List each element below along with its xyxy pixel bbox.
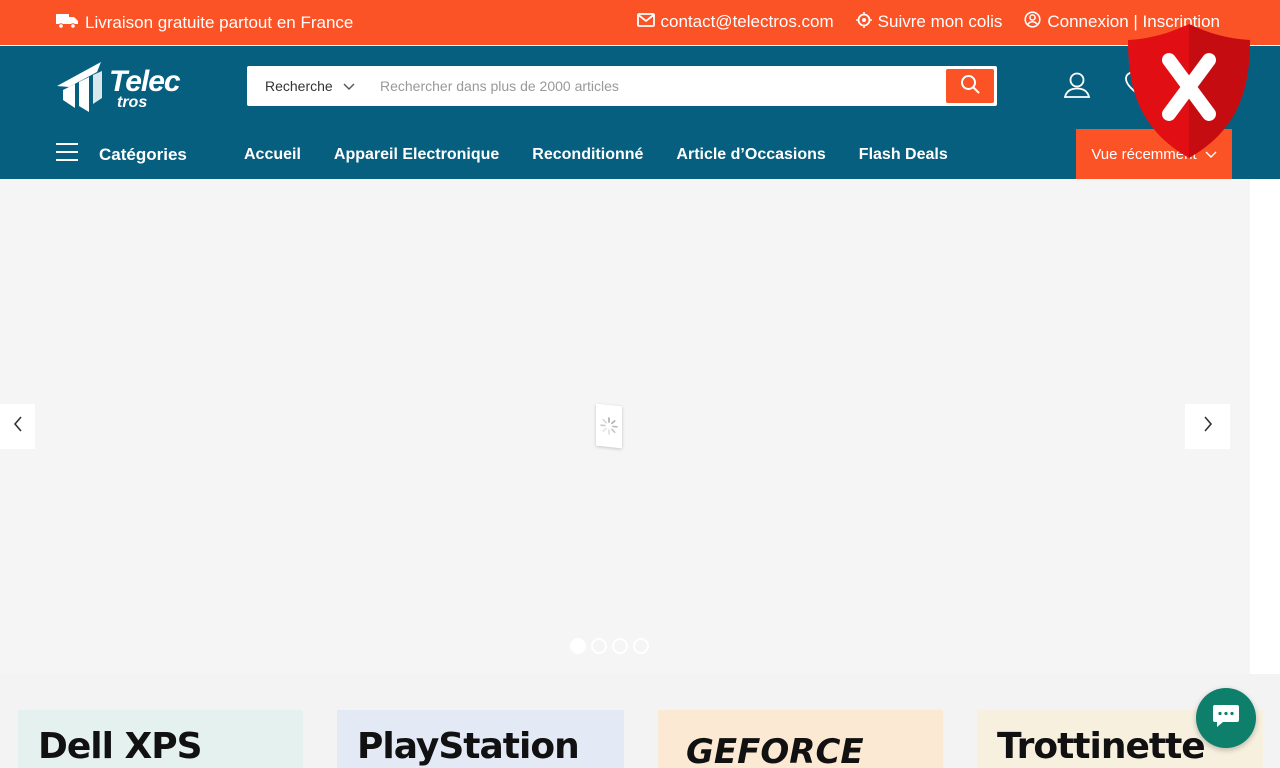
logo-mark-icon — [55, 60, 105, 117]
top-bar: Livraison gratuite partout en France con… — [0, 0, 1280, 45]
truck-icon — [55, 11, 79, 34]
search-input[interactable] — [380, 74, 940, 98]
track-text: Suivre mon colis — [877, 12, 1003, 31]
search-bar: Recherche — [247, 66, 997, 106]
search-icon — [960, 74, 980, 99]
search-category-select[interactable]: Recherche — [265, 66, 355, 106]
category-card-title: PlayStation — [357, 726, 580, 767]
hamburger-icon — [55, 142, 79, 167]
shipping-text: Livraison gratuite partout en France — [85, 12, 354, 32]
shipping-info: Livraison gratuite partout en France — [55, 11, 353, 34]
logo-text-main: Telec — [109, 64, 181, 98]
nav-link-flash-deals[interactable]: Flash Deals — [859, 146, 948, 164]
slider-dot-3[interactable] — [612, 638, 628, 654]
track-order-link[interactable]: Suivre mon colis — [855, 11, 1003, 33]
category-card-dell-xps[interactable]: Dell XPS — [18, 710, 303, 768]
email-link[interactable]: contact@telectros.com — [636, 12, 834, 32]
search-button[interactable] — [946, 69, 994, 103]
slider-next-button[interactable] — [1185, 404, 1230, 449]
categories-menu[interactable]: Catégories — [55, 130, 187, 179]
envelope-icon — [636, 12, 655, 32]
category-card-title: Trottinette — [997, 726, 1206, 767]
email-text: contact@telectros.com — [660, 12, 834, 31]
chat-widget-button[interactable] — [1196, 688, 1256, 748]
loading-spinner-icon — [596, 403, 622, 449]
hero-slider — [0, 179, 1250, 674]
logo-text-sub: tros — [117, 93, 148, 111]
chevron-down-icon — [343, 78, 355, 94]
chevron-right-icon — [1203, 416, 1213, 437]
site-logo[interactable]: Telec tros — [55, 60, 181, 117]
category-card-geforce[interactable]: GEFORCE — [658, 710, 943, 768]
location-icon — [855, 11, 872, 33]
shield-x-icon[interactable] — [1122, 20, 1256, 167]
search-category-label: Recherche — [265, 78, 333, 94]
chevron-left-icon — [13, 416, 23, 437]
nav-link-reconditionne[interactable]: Reconditionné — [532, 146, 643, 164]
account-button[interactable] — [1062, 70, 1092, 105]
chat-bubble-icon — [1211, 703, 1241, 734]
category-card-title: Dell XPS — [38, 726, 203, 767]
category-card-title: GEFORCE — [686, 732, 864, 768]
nav-link-occasions[interactable]: Article d’Occasions — [676, 146, 825, 164]
slider-prev-button[interactable] — [0, 404, 35, 449]
slider-dot-4[interactable] — [633, 638, 649, 654]
nav-link-accueil[interactable]: Accueil — [244, 146, 301, 164]
main-nav: Catégories Accueil Appareil Electronique… — [0, 129, 1280, 179]
category-card-playstation[interactable]: PlayStation — [337, 710, 624, 768]
user-circle-icon — [1024, 11, 1041, 33]
slider-pagination — [570, 638, 649, 654]
user-icon — [1062, 72, 1092, 104]
slider-dot-1[interactable] — [570, 638, 586, 654]
categories-label: Catégories — [99, 144, 187, 164]
slider-dot-2[interactable] — [591, 638, 607, 654]
nav-link-appareil-electronique[interactable]: Appareil Electronique — [334, 146, 499, 164]
